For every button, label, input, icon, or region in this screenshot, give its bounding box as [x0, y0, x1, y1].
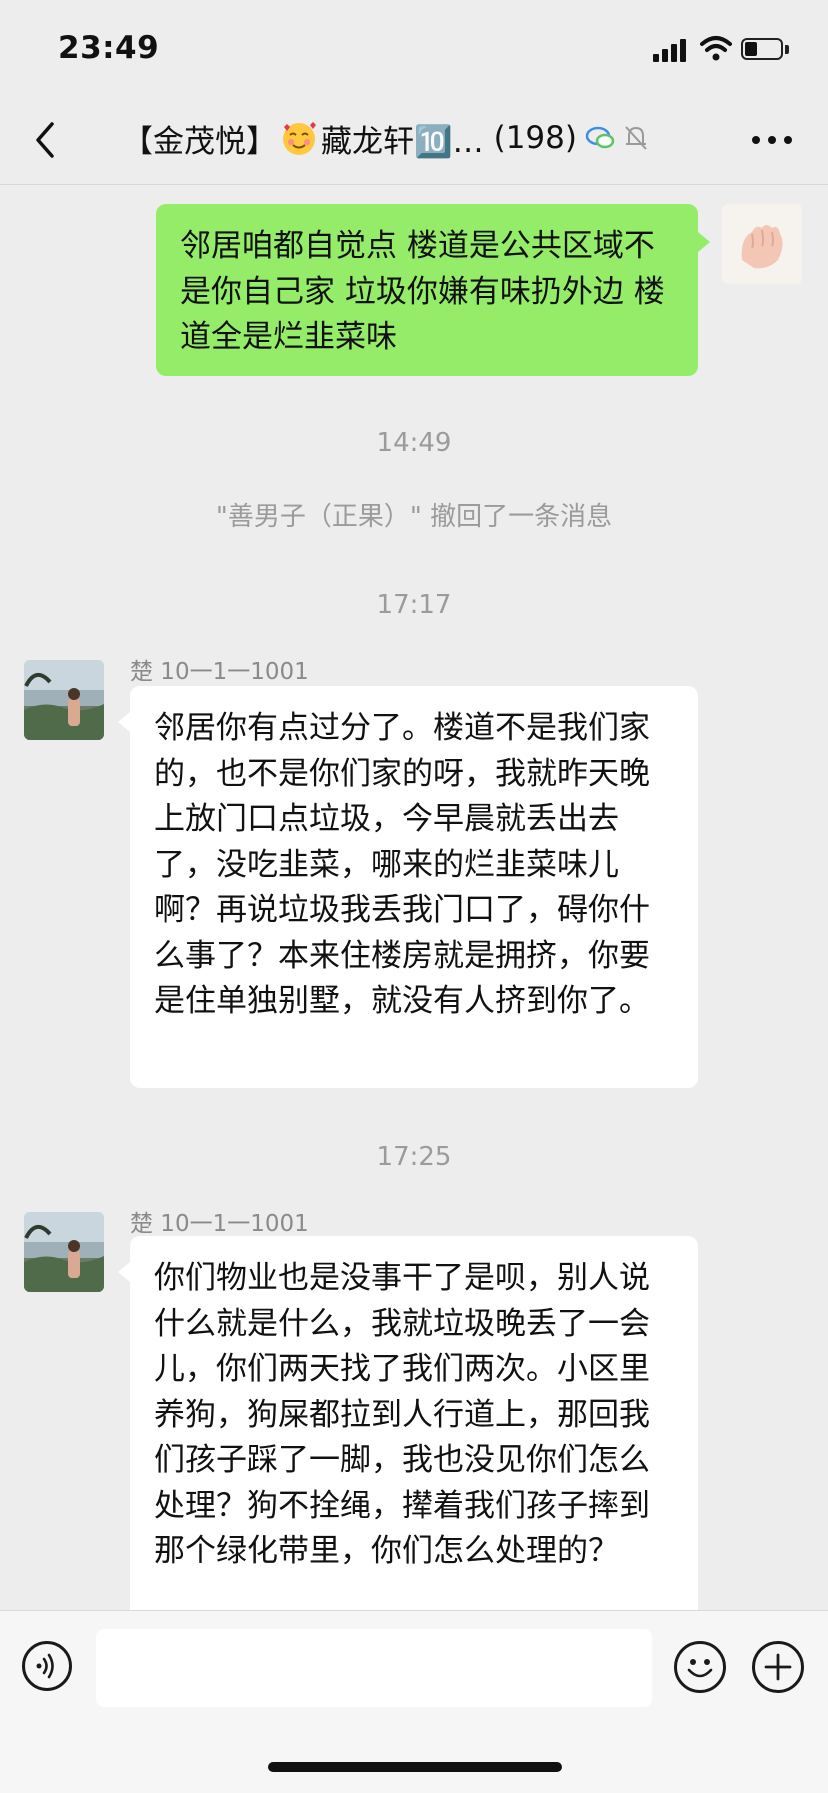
- my-message-bubble[interactable]: 邻居咱都自觉点 楼道是公共区域不是你自己家 垃圾你嫌有味扔外边 楼道全是烂韭菜味: [156, 204, 698, 376]
- chat-header: 【金茂悦】 藏龙轩🔟… (198): [0, 96, 828, 185]
- battery-icon: [741, 38, 791, 62]
- chat-bubbles-icon: [585, 126, 615, 149]
- wifi-icon: [700, 36, 732, 61]
- signal-icon: [653, 38, 691, 62]
- member-count: (198): [493, 120, 577, 156]
- voice-icon[interactable]: [22, 1641, 72, 1691]
- smiling-hearts-emoji-icon: [283, 122, 316, 155]
- plus-icon[interactable]: [752, 1641, 804, 1693]
- chat-title-main: 藏龙轩🔟…: [321, 123, 484, 160]
- chevron-left-icon[interactable]: [30, 120, 58, 160]
- sender-avatar[interactable]: [24, 660, 104, 740]
- message-text: 你们物业也是没事干了是呗，别人说什么就是什么，我就垃圾晚丢了一会儿，你们两天找了…: [154, 1260, 650, 1569]
- timestamp: 14:49: [376, 428, 452, 458]
- mute-bell-icon: [625, 126, 647, 150]
- sender-name: 楚 10一1一1001: [130, 659, 309, 685]
- timestamp: 17:17: [376, 590, 452, 620]
- sender-photo: [24, 660, 104, 740]
- chat-title: 【金茂悦】 藏龙轩🔟… (198): [122, 116, 682, 160]
- emoji-icon[interactable]: [674, 1641, 726, 1693]
- my-avatar[interactable]: [722, 204, 802, 284]
- status-time: 23:49: [58, 30, 160, 66]
- more-icon[interactable]: [752, 136, 792, 146]
- sender-avatar[interactable]: [24, 1212, 104, 1292]
- message-input[interactable]: [96, 1629, 652, 1707]
- sender-photo: [24, 1212, 104, 1292]
- status-bar: 23:49: [0, 0, 828, 96]
- bubble-tail: [118, 712, 130, 732]
- bubble-tail: [118, 1262, 130, 1282]
- sender-name: 楚 10一1一1001: [130, 1211, 309, 1237]
- message-text: 邻居咱都自觉点 楼道是公共区域不是你自己家 垃圾你嫌有味扔外边 楼道全是烂韭菜味: [180, 228, 665, 355]
- hand-avatar-image: [722, 204, 802, 284]
- chat-title-prefix: 【金茂悦】: [122, 123, 277, 160]
- recall-notice: "善男子（正果）" 撤回了一条消息: [215, 502, 613, 532]
- their-message-bubble[interactable]: 邻居你有点过分了。楼道不是我们家的，也不是你们家的呀，我就昨天晚上放门口点垃圾，…: [130, 686, 698, 1088]
- home-indicator: [268, 1762, 562, 1772]
- timestamp: 17:25: [376, 1142, 452, 1172]
- bubble-tail: [698, 232, 710, 252]
- message-text: 邻居你有点过分了。楼道不是我们家的，也不是你们家的呀，我就昨天晚上放门口点垃圾，…: [154, 710, 650, 1019]
- their-message-bubble[interactable]: 你们物业也是没事干了是呗，别人说什么就是什么，我就垃圾晚丢了一会儿，你们两天找了…: [130, 1236, 698, 1656]
